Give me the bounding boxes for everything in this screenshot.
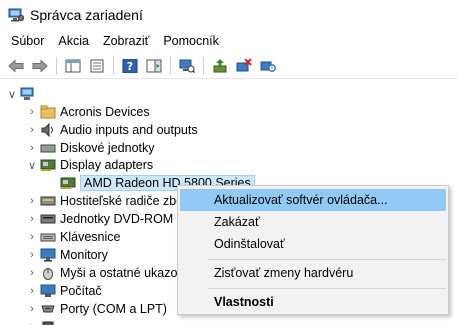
speaker-icon [40, 122, 56, 138]
tree-item-dvd-drives[interactable]: › Jednotky DVD-ROM a [26, 210, 184, 228]
tree-item-label: Hostiteľské radiče zbe [60, 194, 184, 208]
port-icon [40, 302, 56, 316]
processor-icon [40, 320, 56, 325]
toolbar-separator [203, 56, 204, 75]
toolbar-separator [170, 56, 171, 75]
scan-hardware-icon[interactable] [258, 56, 278, 76]
expand-icon[interactable]: › [26, 264, 38, 282]
collapse-icon[interactable]: ∨ [26, 156, 38, 174]
expand-icon[interactable]: › [26, 103, 38, 121]
tree-item-mice[interactable]: › Myši a ostatné ukazo [26, 264, 177, 282]
tree-item-label: Monitory [60, 248, 108, 262]
menu-separator [208, 259, 446, 260]
menu-item-update-driver[interactable]: Aktualizovať softvér ovládača... [180, 189, 446, 211]
tree-item-label: Počítač [60, 284, 102, 298]
tree-item-keyboards[interactable]: › Klávesnice [26, 228, 120, 246]
expand-icon[interactable]: › [26, 210, 38, 228]
mouse-icon [40, 266, 56, 280]
window-title: Správca zariadení [30, 7, 143, 23]
expand-icon[interactable]: › [26, 246, 38, 264]
menu-file[interactable]: Súbor [4, 30, 51, 52]
tree-item-label: Display adapters [60, 158, 154, 172]
toolbar-separator [56, 56, 57, 75]
tree-item-label: Diskové jednotky [60, 141, 155, 155]
display-adapter-icon [60, 176, 76, 190]
expand-icon[interactable]: › [26, 282, 38, 300]
expand-icon[interactable]: › [26, 318, 38, 325]
menu-item-uninstall[interactable]: Odinštalovať [180, 233, 446, 255]
menu-item-properties[interactable]: Vlastnosti [180, 291, 446, 313]
folder-icon [40, 105, 56, 119]
toolbar: ? [0, 53, 457, 79]
show-hide-console-tree-icon[interactable] [63, 56, 83, 76]
tree-item-ports[interactable]: › Porty (COM a LPT) [26, 300, 167, 318]
dvd-drive-icon [40, 212, 56, 226]
computer-icon[interactable] [177, 56, 197, 76]
action-pane-icon[interactable] [144, 56, 164, 76]
expand-icon[interactable]: › [26, 228, 38, 246]
tree-item-label: Klávesnice [60, 230, 121, 244]
computer-icon [20, 87, 36, 101]
expand-icon[interactable]: › [26, 121, 38, 139]
tree-item-audio[interactable]: › Audio inputs and outputs [26, 121, 198, 139]
help-icon[interactable]: ? [120, 56, 140, 76]
menu-action[interactable]: Akcia [51, 30, 96, 52]
back-icon[interactable] [6, 56, 26, 76]
tree-item-label: Jednotky DVD-ROM a [60, 212, 184, 226]
menu-bar: Súbor Akcia Zobraziť Pomocník [0, 30, 457, 52]
device-manager-icon [8, 8, 25, 22]
toolbar-separator [113, 56, 114, 75]
disk-drive-icon [40, 141, 56, 155]
menu-item-scan-hardware[interactable]: Zisťovať zmeny hardvéru [180, 262, 446, 284]
tree-item-host-controllers[interactable]: › Hostiteľské radiče zbe [26, 192, 183, 210]
update-driver-icon[interactable] [210, 56, 230, 76]
tree-item-display-adapters[interactable]: ∨ Display adapters [26, 156, 153, 174]
context-menu: Aktualizovať softvér ovládača... Zakázať… [177, 185, 449, 315]
menu-item-disable[interactable]: Zakázať [180, 211, 446, 233]
tree-item-disk-drives[interactable]: › Diskové jednotky [26, 139, 155, 157]
menu-help[interactable]: Pomocník [156, 30, 226, 52]
expand-icon[interactable]: › [26, 139, 38, 157]
collapse-icon[interactable]: ∨ [6, 85, 18, 103]
svg-text:?: ? [127, 60, 133, 73]
tree-item-label: Acronis Devices [60, 105, 150, 119]
uninstall-device-icon[interactable] [234, 56, 254, 76]
tree-item-label: Audio inputs and outputs [60, 123, 198, 137]
tree-item-label: Porty (COM a LPT) [60, 302, 167, 316]
display-adapter-icon [40, 158, 56, 172]
tree-item-processors[interactable]: › [26, 318, 60, 325]
tree-item-acronis-devices[interactable]: › Acronis Devices [26, 103, 150, 121]
forward-icon[interactable] [30, 56, 50, 76]
menu-view[interactable]: Zobraziť [96, 30, 156, 52]
menu-separator [208, 288, 446, 289]
tree-item-label: Myši a ostatné ukazo [60, 266, 178, 280]
expand-icon[interactable]: › [26, 192, 38, 210]
computer-icon [40, 284, 56, 298]
monitor-icon [40, 248, 56, 262]
tree-item-computer[interactable]: › Počítač [26, 282, 102, 300]
properties-icon[interactable] [87, 56, 107, 76]
ide-controller-icon [40, 194, 56, 208]
tree-item-monitors[interactable]: › Monitory [26, 246, 108, 264]
title-bar: Správca zariadení [0, 0, 457, 30]
keyboard-icon [40, 230, 56, 244]
expand-icon[interactable]: › [26, 300, 38, 318]
tree-root[interactable]: ∨ [6, 85, 40, 103]
